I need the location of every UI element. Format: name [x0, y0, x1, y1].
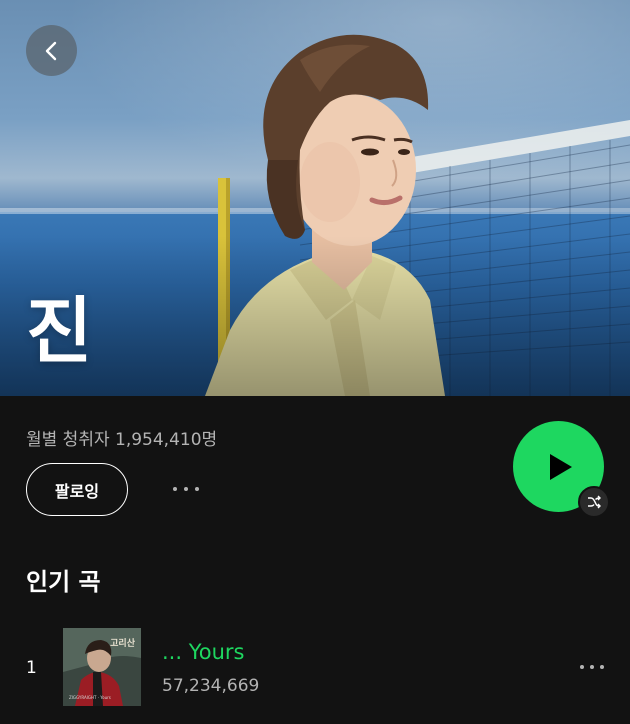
more-options-button[interactable] [166, 476, 206, 502]
following-button[interactable]: 팔로잉 [26, 463, 128, 516]
back-button[interactable] [26, 25, 77, 76]
monthly-listeners: 월별 청취자 1,954,410명 [26, 430, 218, 450]
track-title: ... Yours [162, 640, 245, 664]
popular-tracks-heading: 인기 곡 [26, 568, 101, 596]
more-dot [184, 487, 188, 491]
artist-hero-image: 진 [0, 0, 630, 396]
more-horizontal-icon [173, 487, 177, 491]
more-dot [600, 665, 604, 669]
play-icon [549, 453, 572, 480]
shuffle-button[interactable] [578, 486, 610, 518]
album-art-title: 고리산 [110, 639, 135, 649]
track-more-button[interactable] [576, 660, 608, 674]
more-dot [590, 665, 594, 669]
chevron-left-icon [45, 41, 56, 60]
album-art-caption: ZIGGYRAIGHT · Yours [69, 695, 111, 700]
hero-bottom-gradient [0, 236, 630, 396]
more-dot [195, 487, 199, 491]
artist-name: 진 [26, 289, 92, 373]
track-album-art: 고리산 ZIGGYRAIGHT · Yours [63, 628, 141, 706]
track-play-count: 57,234,669 [162, 676, 260, 696]
shuffle-icon [588, 495, 601, 509]
more-horizontal-icon [580, 665, 584, 669]
track-rank: 1 [26, 658, 37, 678]
track-row[interactable]: 1 고리산 ZIGGYRAIGHT · Yours ... Yours 57,2… [0, 620, 630, 724]
